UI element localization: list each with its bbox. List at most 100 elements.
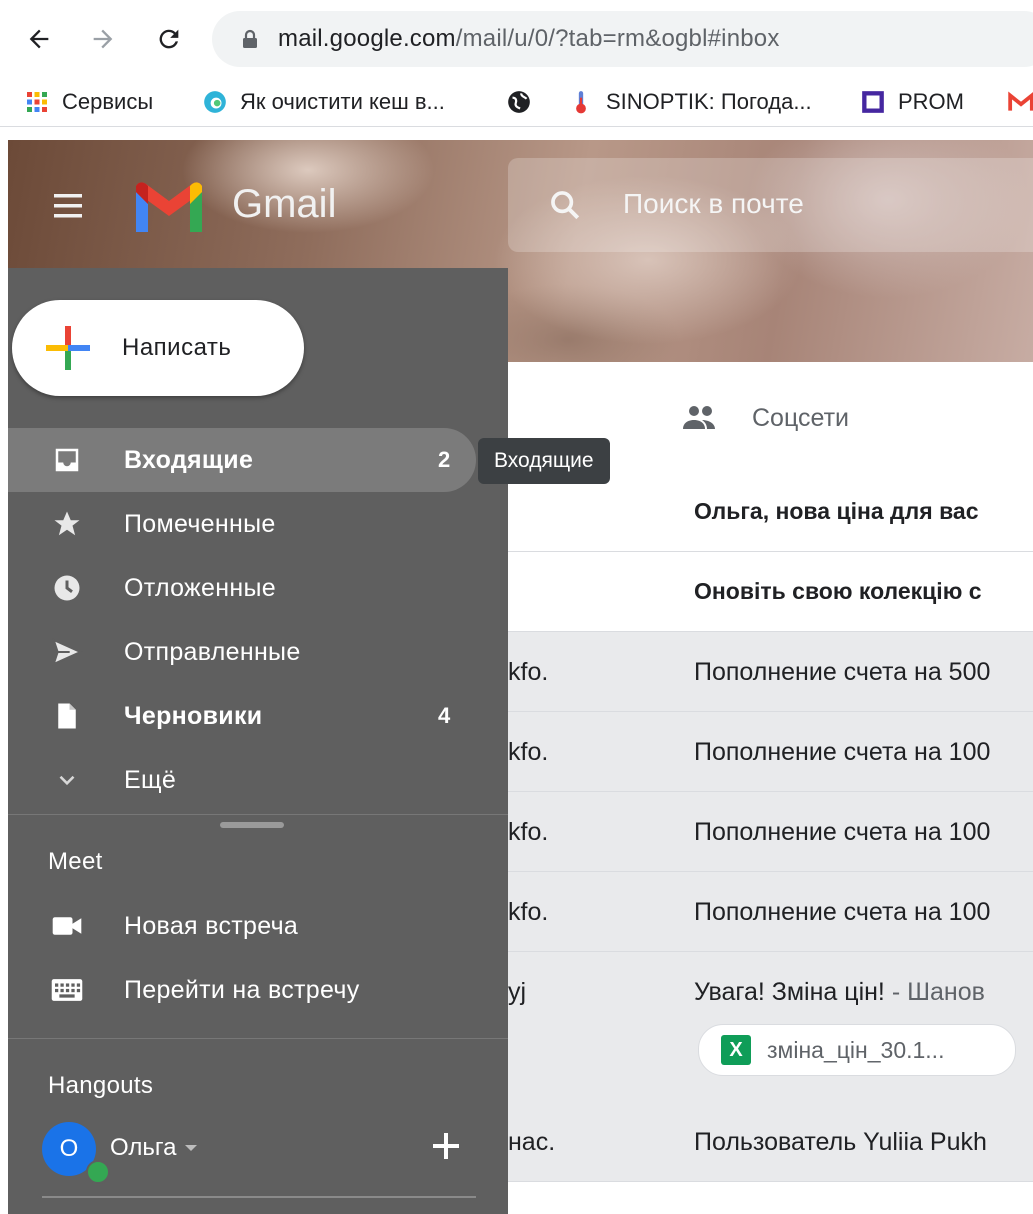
url-path: /mail/u/0/?tab=rm&ogbl#inbox — [455, 25, 780, 52]
attachment-chip[interactable]: X зміна_цін_30.1... — [698, 1024, 1016, 1076]
arrow-right-icon — [93, 29, 113, 49]
search-input[interactable]: Поиск в почте — [508, 158, 1033, 252]
mail-subject: Пополнение счета на 500 — [694, 658, 991, 686]
gmail-logo-icon[interactable] — [132, 180, 206, 236]
mail-sender: kfo. — [508, 738, 549, 766]
sidebar-item-label: Отправленные — [124, 637, 301, 666]
bookmark-prom[interactable]: PROM — [860, 78, 964, 126]
mail-list: Соцсети Ольга, нова ціна для вас Оновіть… — [508, 362, 1033, 1214]
hangouts-section-title: Hangouts — [48, 1072, 154, 1099]
search-placeholder: Поиск в почте — [623, 188, 804, 219]
gmail-app: Gmail Поиск в почте Соцсети Ольга, нова … — [8, 140, 1033, 1214]
clock-icon — [50, 571, 84, 605]
browser-toolbar: mail.google.com/mail/u/0/?tab=rm&ogbl#in… — [0, 0, 1033, 78]
compose-button[interactable]: Написать — [12, 300, 304, 396]
back-button[interactable] — [20, 20, 58, 58]
send-icon — [50, 635, 84, 669]
star-icon — [50, 507, 84, 541]
mail-sender: kfo. — [508, 658, 549, 686]
gmail-m-icon — [1008, 89, 1033, 115]
search-icon[interactable] — [548, 188, 582, 222]
online-status-dot — [86, 1160, 110, 1184]
mail-subject: Пользователь Yuliia Pukh — [694, 1128, 987, 1156]
mail-row[interactable]: kfo. Пополнение счета на 100 — [508, 792, 1033, 872]
hamburger-menu-icon[interactable] — [48, 190, 88, 222]
bookmark-sinoptik[interactable]: SINOPTIK: Погода... — [568, 78, 812, 126]
apps-grid-icon — [24, 89, 50, 115]
sidebar: Написать Входящие 2 Помеченные Отложенны… — [8, 268, 508, 1214]
mail-subject: Пополнение счета на 100 — [694, 898, 991, 926]
mail-subject: Ольга, нова ціна для вас — [694, 498, 979, 524]
mail-row[interactable]: kfo. Пополнение счета на 100 — [508, 712, 1033, 792]
sidebar-item-snoozed[interactable]: Отложенные — [8, 556, 476, 620]
bookmark-label: PROM — [898, 89, 964, 114]
plus-icon — [46, 326, 90, 370]
caret-down-icon — [185, 1145, 198, 1151]
prom-square-icon — [860, 89, 886, 115]
mail-subject: Оновіть свою колекцію с — [694, 578, 982, 604]
sidebar-item-label: Ещё — [124, 765, 177, 794]
videocam-icon — [50, 909, 84, 943]
mail-subject: Пополнение счета на 100 — [694, 738, 991, 766]
bookmark-globe[interactable] — [506, 78, 544, 126]
attachment-name: зміна_цін_30.1... — [767, 1036, 945, 1063]
keyboard-icon — [50, 973, 84, 1007]
bookmark-gmail-partial[interactable] — [1008, 78, 1033, 126]
sidebar-item-sent[interactable]: Отправленные — [8, 620, 476, 684]
mail-subject: Пополнение счета на 100 — [694, 818, 991, 846]
inbox-tooltip: Входящие — [478, 438, 610, 484]
resize-handle[interactable] — [220, 822, 284, 828]
mail-row[interactable]: нас. Пользователь Yuliia Pukh — [508, 1102, 1033, 1182]
sidebar-item-inbox[interactable]: Входящие 2 — [8, 428, 476, 492]
mail-row[interactable]: kfo. Пополнение счета на 100 — [508, 872, 1033, 952]
mail-snippet: - Шанов — [884, 978, 985, 1006]
bookmark-label: SINOPTIK: Погода... — [606, 89, 812, 114]
divider — [8, 1038, 508, 1039]
hangouts-user-name: Ольга — [110, 1134, 177, 1161]
sidebar-item-starred[interactable]: Помеченные — [8, 492, 476, 556]
mail-row[interactable]: Ольга, нова ціна для вас — [508, 472, 1033, 552]
meet-new-meeting[interactable]: Новая встреча — [8, 894, 476, 958]
url-host: mail.google.com — [278, 25, 456, 52]
bookmark-label: Як очистити кеш в... — [240, 89, 445, 114]
draft-count: 4 — [438, 703, 451, 728]
sidebar-item-label: Помеченные — [124, 509, 276, 538]
meet-join-meeting[interactable]: Перейти на встречу — [8, 958, 476, 1022]
mail-sender: kfo. — [508, 818, 549, 846]
address-bar[interactable]: mail.google.com/mail/u/0/?tab=rm&ogbl#in… — [212, 11, 1033, 67]
divider — [8, 814, 508, 815]
mail-row[interactable]: kfo. Пополнение счета на 500 — [508, 632, 1033, 712]
mail-row[interactable]: Оновіть свою колекцію с — [508, 552, 1033, 632]
mail-subject: Увага! Зміна цін! - Шанов — [694, 978, 985, 1007]
sidebar-item-more[interactable]: Ещё — [8, 748, 476, 812]
meet-section-title: Meet — [48, 848, 103, 875]
edge-swirl-icon — [202, 89, 228, 115]
reload-button[interactable] — [150, 20, 188, 58]
gmail-wordmark: Gmail — [232, 182, 337, 226]
mail-sender: yj — [508, 978, 527, 1006]
url-text: mail.google.com/mail/u/0/?tab=rm&ogbl#in… — [278, 25, 780, 53]
people-icon — [683, 406, 715, 429]
mail-subject-text: Увага! Зміна цін! — [694, 978, 885, 1006]
mail-row[interactable]: yj Увага! Зміна цін! - Шанов X зміна_цін… — [508, 952, 1033, 1103]
meet-item-label: Перейти на встречу — [124, 975, 360, 1004]
inbox-icon — [50, 443, 84, 477]
sidebar-item-drafts[interactable]: Черновики 4 — [8, 684, 476, 748]
arrow-left-icon — [29, 29, 49, 49]
bookmarks-bar: Сервисы Як очистити кеш в... SINOPTIK: П… — [0, 78, 1033, 127]
bookmark-services[interactable]: Сервисы — [24, 78, 153, 126]
lock-icon — [243, 29, 257, 48]
sidebar-item-label: Черновики — [124, 701, 263, 730]
add-contact-icon[interactable] — [428, 1128, 464, 1164]
hangouts-user-menu[interactable]: Ольга — [110, 1134, 198, 1162]
thermometer-icon — [568, 89, 594, 115]
bookmark-clear-cache[interactable]: Як очистити кеш в... — [202, 78, 445, 126]
forward-button[interactable] — [84, 20, 122, 58]
bookmark-label: Сервисы — [62, 89, 154, 114]
spreadsheet-icon: X — [721, 1035, 751, 1065]
tab-label: Соцсети — [752, 404, 849, 432]
compose-label: Написать — [122, 334, 232, 361]
unread-count: 2 — [438, 447, 451, 472]
meet-item-label: Новая встреча — [124, 911, 299, 940]
gmail-header: Gmail Поиск в почте — [8, 140, 1033, 270]
